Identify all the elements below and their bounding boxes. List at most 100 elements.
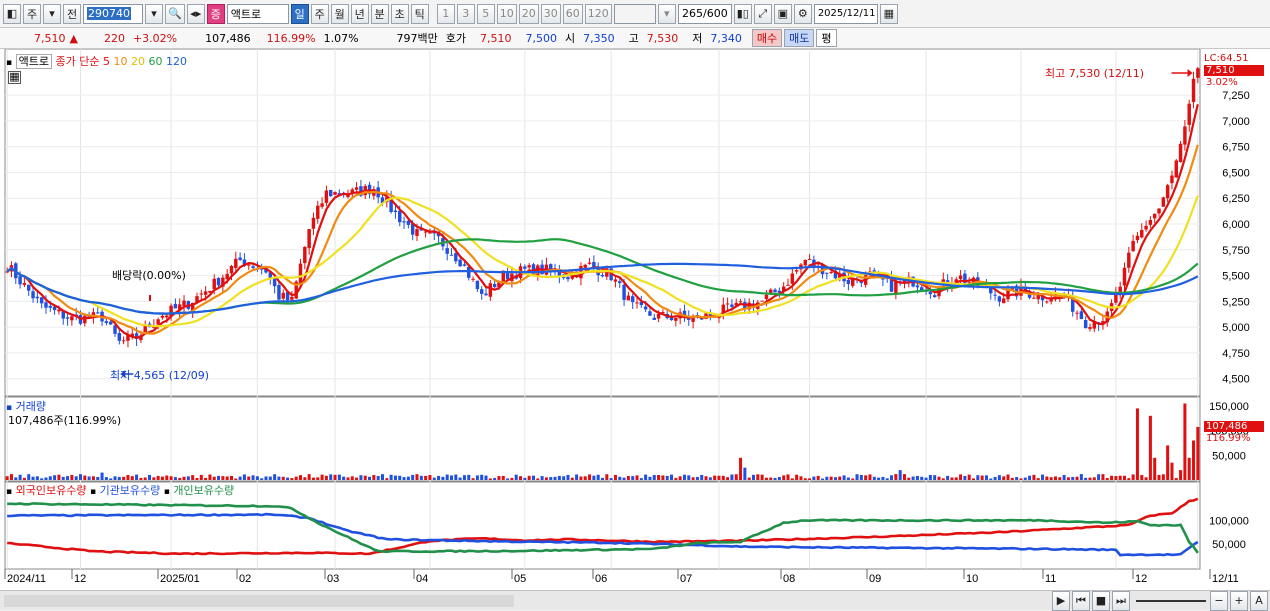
volume-bar xyxy=(808,478,812,480)
scrollbar-track[interactable] xyxy=(4,594,514,607)
x-tick-label: 12 xyxy=(1135,573,1147,585)
period-month-button[interactable]: 월 xyxy=(330,3,349,24)
volume-bar xyxy=(368,476,372,480)
interval-60[interactable]: 60 xyxy=(562,3,583,24)
period-day-button[interactable]: 일 xyxy=(290,3,309,24)
interval-20[interactable]: 20 xyxy=(518,3,539,24)
x-tick-label: 06 xyxy=(595,573,607,585)
legend-menu-icon[interactable]: ▪ xyxy=(164,487,170,497)
zoom-in-icon[interactable]: + xyxy=(1230,590,1248,611)
sell-button[interactable]: 매도 xyxy=(784,29,815,47)
volume-bar xyxy=(393,475,397,480)
candle-body xyxy=(454,253,458,262)
candle-body xyxy=(173,303,178,309)
volume-bar xyxy=(661,475,665,480)
volume-bar xyxy=(872,476,876,480)
period-week-button[interactable]: 주 xyxy=(310,3,329,24)
save-icon[interactable]: ▣ xyxy=(773,3,792,24)
interval-10[interactable]: 10 xyxy=(496,3,517,24)
stock-code-input[interactable]: 290740 xyxy=(83,3,143,24)
volume-bar xyxy=(592,475,596,480)
search-icon[interactable]: 🔍 xyxy=(165,3,185,24)
prev-button[interactable]: 전 xyxy=(63,3,81,24)
date-input[interactable]: 2025/12/11 xyxy=(813,3,878,24)
volume-bar xyxy=(751,474,756,480)
candle-body xyxy=(652,317,656,320)
count-input[interactable]: 265/600 xyxy=(677,3,732,24)
chart-area[interactable]: 4,500 4,750 5,000 5,250 5,500 5,750 6,000 6,250… xyxy=(0,48,1270,590)
chevron-down-icon[interactable]: ▾ xyxy=(43,3,61,24)
zoom-out-icon[interactable]: − xyxy=(1210,590,1228,611)
volume-bar xyxy=(497,476,501,480)
flat-button[interactable]: 평 xyxy=(816,29,837,47)
volume-bar xyxy=(1170,462,1174,480)
candle-body xyxy=(488,283,493,297)
legend-menu-icon[interactable]: ▪ xyxy=(6,58,12,68)
volume-bar xyxy=(359,475,363,480)
code-dropdown-icon[interactable]: ▾ xyxy=(145,3,163,24)
buy-button[interactable]: 매수 xyxy=(751,29,783,47)
period-minute-button[interactable]: 분 xyxy=(370,3,389,24)
price-tick-label: 7,250 xyxy=(1222,90,1250,102)
speaker-icon[interactable]: ◂▸ xyxy=(186,3,205,24)
high-label: 고 xyxy=(628,32,639,45)
interval-input[interactable] xyxy=(613,3,656,24)
volume-bar xyxy=(833,477,837,480)
zoom-slider[interactable] xyxy=(1136,599,1206,602)
candle-body xyxy=(324,190,329,203)
candle-body xyxy=(1122,267,1127,286)
volume-bar xyxy=(329,474,333,480)
period-tick-button[interactable]: 틱 xyxy=(410,3,429,24)
interval-120[interactable]: 120 xyxy=(584,3,612,24)
volume-bar xyxy=(885,478,889,480)
volume-bar xyxy=(825,476,829,480)
x-tick-label: 05 xyxy=(514,573,526,585)
volume-bar xyxy=(1036,478,1040,480)
holder-series-institution: 기관보유수량 xyxy=(99,484,161,497)
candle-type-icon[interactable]: ▮▯ xyxy=(733,3,752,24)
x-tick-label: 12 xyxy=(74,573,86,585)
volume-bar xyxy=(609,478,613,480)
table-icon[interactable]: ▦ xyxy=(8,71,21,84)
period-jo-button[interactable]: 주 xyxy=(23,3,41,24)
interval-30[interactable]: 30 xyxy=(540,3,561,24)
volume-bar xyxy=(730,474,734,480)
calendar-icon[interactable]: ▦ xyxy=(879,3,898,24)
interval-1[interactable]: 1 xyxy=(436,3,455,24)
play-icon[interactable]: ▶ xyxy=(1052,590,1070,611)
volume-bar xyxy=(109,478,113,480)
period-second-button[interactable]: 초 xyxy=(390,3,409,24)
candle-body xyxy=(113,325,117,334)
volume-bar xyxy=(674,477,678,480)
volume-bar xyxy=(583,476,587,480)
interval-5[interactable]: 5 xyxy=(476,3,495,24)
volume-bar xyxy=(972,478,976,480)
volume-bar xyxy=(553,476,557,480)
interval-3[interactable]: 3 xyxy=(456,3,475,24)
last-price-pct: 3.02% xyxy=(1206,77,1238,88)
candle-body xyxy=(328,189,333,197)
candle-body xyxy=(790,273,795,284)
candle-body xyxy=(656,313,661,319)
fast-forward-icon[interactable]: ⏭ xyxy=(1112,590,1130,611)
volume-bar xyxy=(22,477,26,480)
legend-menu-icon[interactable]: ▪ xyxy=(6,487,12,497)
font-size-icon[interactable]: A xyxy=(1250,590,1268,611)
candle-body xyxy=(251,266,255,268)
stock-name-field[interactable]: 액트로 xyxy=(226,3,289,24)
interval-dropdown-icon[interactable]: ▾ xyxy=(657,3,676,24)
rewind-icon[interactable]: ⏮ xyxy=(1072,590,1090,611)
volume-bar xyxy=(1092,477,1096,480)
volume-bar xyxy=(1192,440,1196,480)
gear-icon[interactable]: ⚙ xyxy=(793,3,812,24)
stop-icon[interactable]: ■ xyxy=(1092,590,1110,611)
layout-icon[interactable]: ◧ xyxy=(3,3,21,24)
legend-menu-icon[interactable]: ▪ xyxy=(90,487,96,497)
volume-bar xyxy=(48,476,52,480)
volume-bar xyxy=(1041,474,1045,480)
candle-body xyxy=(462,264,467,266)
candle-body xyxy=(997,296,1002,302)
crosshair-icon[interactable]: ⤢ xyxy=(753,3,772,24)
period-year-button[interactable]: 년 xyxy=(350,3,369,24)
volume-bar xyxy=(920,476,924,480)
